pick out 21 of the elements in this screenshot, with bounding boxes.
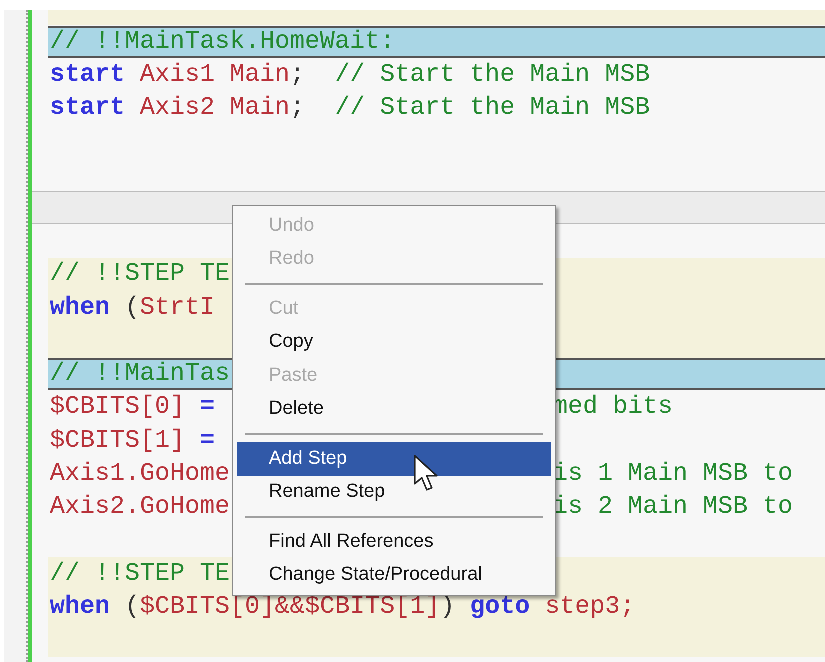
code-line: is 1 Main MSB to — [553, 458, 794, 489]
code-line: start Axis2 Main; // Start the Main MSB — [50, 93, 650, 124]
step-header-text: // !!MainTask.HomeWait: — [50, 26, 396, 57]
code-line: is 2 Main MSB to — [553, 492, 794, 522]
code-line: when (StrtI — [50, 292, 216, 323]
code-line: when ($CBITS[0]&&$CBITS[1]) goto step3; — [50, 592, 636, 622]
code-line: start Axis1 Main; // Start the Main MSB — [50, 60, 650, 90]
step-header-text: // !!MainTas — [50, 359, 230, 390]
code-line: Axis2.GoHome — [50, 492, 230, 522]
menu-item[interactable]: Copy — [237, 326, 551, 359]
menu-item[interactable]: Rename Step — [237, 476, 551, 509]
menu-item[interactable]: Change State/Procedural — [237, 558, 551, 592]
mouse-pointer-icon — [414, 455, 440, 493]
menu-item[interactable]: Add Step — [237, 442, 551, 476]
code-line: // !!STEP TE — [50, 259, 230, 290]
code-line: Axis1.GoHome — [50, 458, 230, 489]
menu-item[interactable]: Find All References — [237, 525, 551, 558]
menu-item[interactable]: Delete — [237, 392, 551, 426]
code-line: $CBITS[0] = — [50, 392, 216, 422]
code-line: $CBITS[1] = — [50, 426, 216, 456]
code-line: // !!STEP TE — [50, 558, 230, 589]
